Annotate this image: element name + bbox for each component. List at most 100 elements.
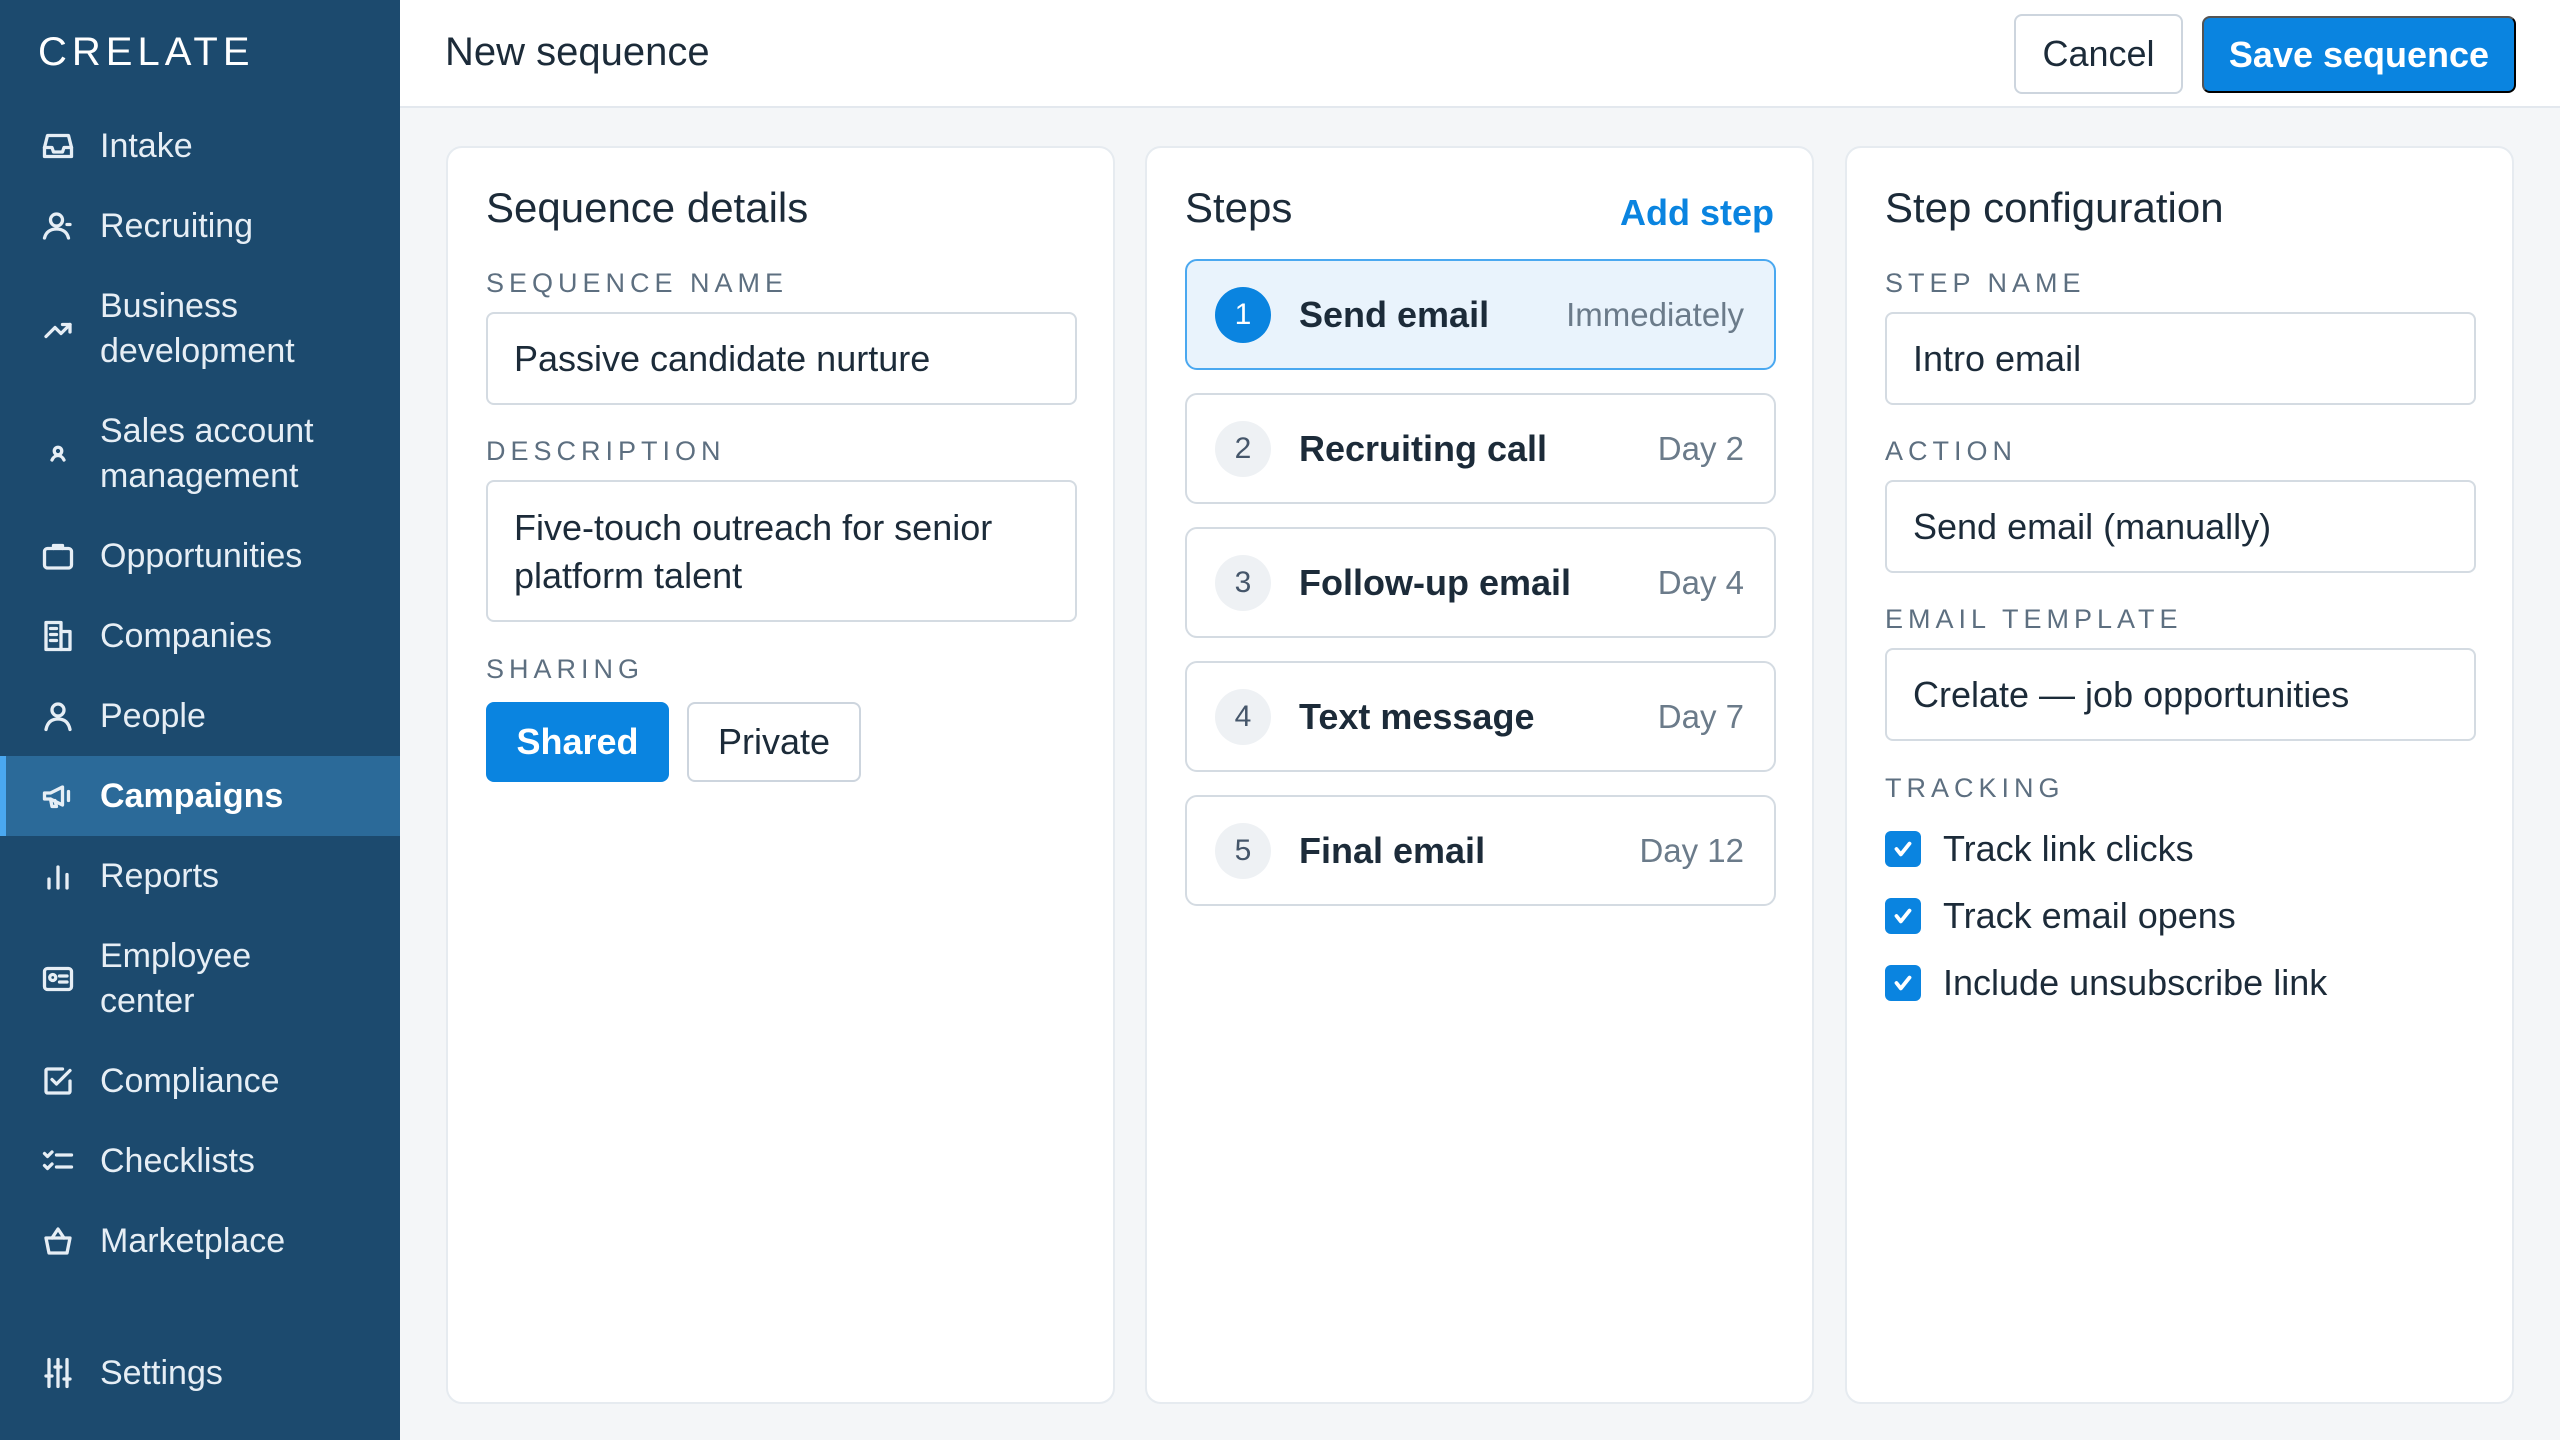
tracking-option[interactable]: Track link clicks	[1885, 828, 2194, 870]
cancel-button[interactable]: Cancel	[2014, 14, 2183, 94]
basket-icon	[38, 1221, 78, 1261]
step-name-label: STEP NAME	[1885, 268, 2086, 298]
sidebar-item-recruiting[interactable]: Recruiting	[0, 186, 400, 266]
checkmark-icon	[1894, 975, 1912, 991]
sidebar-item-label: Marketplace	[100, 1221, 286, 1260]
sidebar-item-marketplace[interactable]: Marketplace	[0, 1201, 400, 1281]
step-number: 1	[1215, 286, 1271, 343]
sidebar-item-employee-center[interactable]: Employee center	[0, 916, 400, 1041]
email-template-field[interactable]: Crelate — job opportunities	[1885, 648, 2476, 741]
person-small-icon	[38, 434, 78, 474]
step-item[interactable]: 3 Follow-up email Day 4	[1185, 527, 1776, 638]
tracking-option-label: Track email opens	[1943, 895, 2236, 936]
description-label: DESCRIPTION	[486, 436, 726, 466]
sidebar-nav: Intake Recruiting Business development S…	[0, 106, 400, 1281]
checkbox-checked[interactable]	[1885, 965, 1921, 1001]
sidebar-item-label: Checklists	[100, 1141, 255, 1180]
sharing-label: SHARING	[486, 654, 645, 684]
sidebar: CRELATE Intake Recruiting Business devel…	[0, 0, 400, 1440]
trend-up-icon	[38, 309, 78, 349]
step-configuration-card: Step configuration STEP NAME Intro email…	[1845, 146, 2514, 1404]
steps-card: Steps Add step 1 Send email Immediately …	[1145, 146, 1814, 1404]
id-card-icon	[38, 959, 78, 999]
tracking-option-label: Track link clicks	[1943, 828, 2194, 869]
page-header: New sequence Cancel Save sequence	[400, 0, 2560, 108]
step-name: Recruiting call	[1299, 427, 1548, 469]
step-number: 5	[1215, 822, 1271, 879]
sequence-name-field[interactable]: Passive candidate nurture	[486, 312, 1077, 405]
bar-chart-icon	[38, 856, 78, 896]
sidebar-item-intake[interactable]: Intake	[0, 106, 400, 186]
sidebar-item-checklists[interactable]: Checklists	[0, 1121, 400, 1201]
sidebar-item-companies[interactable]: Companies	[0, 596, 400, 676]
sidebar-item-settings[interactable]: Settings	[0, 1333, 400, 1413]
card-title: Step configuration	[1885, 184, 2224, 231]
tracking-option-label: Include unsubscribe link	[1943, 962, 2328, 1003]
inbox-icon	[38, 126, 78, 166]
card-title: Steps	[1185, 184, 1293, 231]
step-number: 4	[1215, 688, 1271, 745]
checkmark-icon	[1894, 908, 1912, 924]
building-icon	[38, 616, 78, 656]
checkmark-icon	[1894, 841, 1912, 857]
sidebar-item-campaigns[interactable]: Campaigns	[0, 756, 400, 836]
step-name-field[interactable]: Intro email	[1885, 312, 2476, 405]
app-logo: CRELATE	[38, 30, 255, 74]
tracking-label: TRACKING	[1885, 773, 2065, 803]
sidebar-item-compliance[interactable]: Compliance	[0, 1041, 400, 1121]
page-title: New sequence	[445, 30, 710, 74]
sidebar-item-reports[interactable]: Reports	[0, 836, 400, 916]
sidebar-item-label: Companies	[100, 616, 272, 655]
sidebar-item-label: Business development	[100, 286, 295, 370]
sidebar-item-label: Opportunities	[100, 536, 303, 575]
add-step-link[interactable]: Add step	[1620, 192, 1774, 234]
person-icon	[38, 696, 78, 736]
sidebar-item-label: Sales account management	[100, 411, 314, 495]
sharing-private-button[interactable]: Private	[687, 702, 861, 782]
sidebar-item-business-development[interactable]: Business development	[0, 266, 400, 391]
sidebar-item-sales-account-management[interactable]: Sales account management	[0, 391, 400, 516]
megaphone-icon	[38, 776, 78, 816]
sidebar-item-label: People	[100, 696, 206, 735]
step-name: Follow-up email	[1299, 561, 1572, 603]
sidebar-item-label: Intake	[100, 126, 193, 165]
checklist-icon	[38, 1141, 78, 1181]
step-item[interactable]: 2 Recruiting call Day 2	[1185, 393, 1776, 504]
sidebar-item-label: Recruiting	[100, 206, 254, 245]
step-item[interactable]: 1 Send email Immediately	[1185, 259, 1776, 370]
checkbox-checked[interactable]	[1885, 898, 1921, 934]
checkbox-checked[interactable]	[1885, 831, 1921, 867]
step-name: Final email	[1299, 829, 1486, 871]
sidebar-item-label: Compliance	[100, 1061, 280, 1100]
tracking-option[interactable]: Track email opens	[1885, 895, 2236, 937]
step-timing: Day 12	[1639, 831, 1744, 869]
user-icon	[38, 206, 78, 246]
briefcase-icon	[38, 536, 78, 576]
checkbox-icon	[38, 1061, 78, 1101]
description-field[interactable]: Five-touch outreach for senior platform …	[486, 480, 1077, 622]
step-name: Send email	[1299, 293, 1490, 335]
step-timing: Day 7	[1657, 697, 1744, 735]
sidebar-item-label: Reports	[100, 856, 220, 895]
step-item[interactable]: 4 Text message Day 7	[1185, 661, 1776, 772]
save-sequence-button[interactable]: Save sequence	[2202, 16, 2516, 93]
email-template-label: EMAIL TEMPLATE	[1885, 604, 2183, 634]
sequence-name-label: SEQUENCE NAME	[486, 268, 789, 298]
step-number: 3	[1215, 554, 1271, 611]
sequence-details-card: Sequence details SEQUENCE NAME Passive c…	[446, 146, 1115, 1404]
tracking-option[interactable]: Include unsubscribe link	[1885, 962, 2327, 1004]
sidebar-item-label: Campaigns	[100, 776, 284, 815]
step-timing: Day 4	[1657, 563, 1744, 601]
step-number: 2	[1215, 420, 1271, 477]
step-item[interactable]: 5 Final email Day 12	[1185, 795, 1776, 906]
sharing-shared-button[interactable]: Shared	[486, 702, 669, 782]
action-field[interactable]: Send email (manually)	[1885, 480, 2476, 573]
step-timing: Day 2	[1657, 429, 1744, 467]
card-title: Sequence details	[486, 184, 809, 231]
sidebar-item-label: Settings	[100, 1353, 223, 1392]
sidebar-item-people[interactable]: People	[0, 676, 400, 756]
step-name: Text message	[1299, 695, 1535, 737]
sidebar-item-opportunities[interactable]: Opportunities	[0, 516, 400, 596]
sliders-icon	[38, 1353, 78, 1393]
action-label: ACTION	[1885, 436, 2018, 466]
